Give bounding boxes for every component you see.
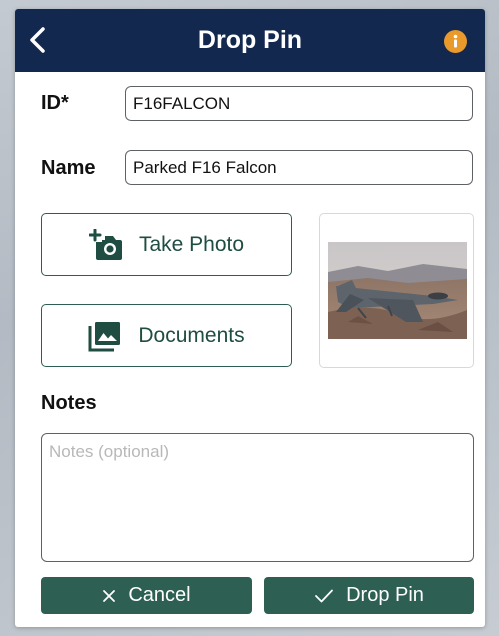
drop-pin-button[interactable]: Drop Pin <box>264 577 474 614</box>
info-icon <box>453 34 458 48</box>
close-icon <box>103 589 116 602</box>
documents-button[interactable]: Documents <box>41 304 292 367</box>
photo-thumbnail <box>328 242 467 339</box>
cancel-button[interactable]: Cancel <box>41 577 252 614</box>
cancel-label: Cancel <box>128 584 191 606</box>
name-field[interactable] <box>125 150 473 185</box>
drop-pin-dialog: Drop Pin ID* Name Take Photo Documents <box>15 9 485 627</box>
drop-pin-label: Drop Pin <box>346 584 424 606</box>
add-photo-icon <box>88 228 122 260</box>
title-bar: Drop Pin <box>15 9 485 72</box>
id-label: ID* <box>41 92 69 114</box>
notes-field[interactable] <box>41 433 474 562</box>
notes-label: Notes <box>41 392 97 414</box>
dialog-title: Drop Pin <box>197 26 303 54</box>
name-label: Name <box>41 157 96 179</box>
documents-label: Documents <box>138 323 245 347</box>
take-photo-label: Take Photo <box>138 232 245 256</box>
info-button[interactable] <box>444 30 467 53</box>
take-photo-button[interactable]: Take Photo <box>41 213 292 276</box>
check-icon <box>315 589 333 602</box>
photo-library-icon <box>88 321 121 351</box>
photo-thumbnail-frame[interactable] <box>319 213 474 368</box>
id-field[interactable] <box>125 86 473 121</box>
